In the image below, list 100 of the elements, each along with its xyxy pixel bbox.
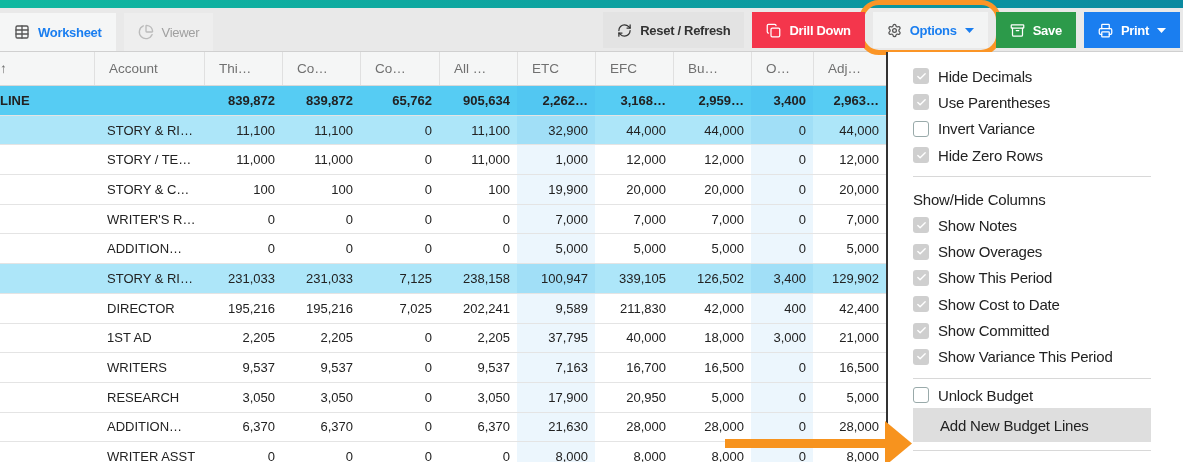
table-cell: 0: [502, 449, 510, 462]
checkbox[interactable]: [913, 322, 929, 339]
table-cell: ADDITION…: [107, 241, 183, 257]
menu-item[interactable]: Show Cost to Date: [913, 291, 1151, 318]
table-cell: 16,500: [839, 360, 879, 376]
column-header[interactable]: Adj…: [828, 61, 861, 76]
column-header[interactable]: Bu…: [688, 61, 718, 76]
table-cell: 1,000: [555, 152, 588, 168]
checkbox[interactable]: [913, 269, 929, 286]
table-cell: 3,168…: [620, 92, 666, 108]
menu-item-label: Show Cost to Date: [938, 295, 1060, 313]
table-cell: RESEARCH: [107, 389, 180, 405]
column-header[interactable]: Thi…: [219, 61, 252, 76]
menu-item[interactable]: Unlock Budget: [913, 381, 1151, 409]
checkbox[interactable]: [913, 147, 929, 164]
checkbox[interactable]: [913, 217, 929, 234]
menu-item[interactable]: Show Notes: [913, 212, 1151, 239]
table-cell: 202,241: [463, 300, 510, 316]
table-cell: 0: [345, 449, 353, 462]
table-cell: 5,000: [633, 241, 666, 257]
table-cell: 0: [424, 152, 432, 168]
menu-item-label: Show Variance This Period: [938, 348, 1113, 366]
checkbox[interactable]: [913, 68, 929, 85]
table-cell: 0: [424, 449, 432, 462]
menu-item[interactable]: Show This Period: [913, 264, 1151, 292]
checkbox[interactable]: [913, 296, 929, 313]
table-cell: 7,163: [555, 360, 588, 376]
table-cell: 7,000: [846, 211, 879, 227]
column-header[interactable]: Account: [109, 61, 158, 76]
table-cell: 20,000: [704, 181, 744, 197]
menu-item[interactable]: Hide Zero Rows: [913, 141, 1151, 169]
table-cell: 2,205: [477, 330, 510, 346]
table-cell: 3,050: [320, 389, 353, 405]
column-header[interactable]: Co…: [297, 61, 328, 76]
table-cell: 9,589: [555, 300, 588, 316]
table-cell: 195,216: [228, 300, 275, 316]
table-icon: [14, 24, 30, 40]
table-cell: 0: [502, 241, 510, 257]
table-cell: 28,000: [704, 419, 744, 435]
table-cell: 0: [798, 419, 806, 435]
table-cell: 28,000: [839, 419, 879, 435]
menu-item[interactable]: Add New Budget Lines: [913, 408, 1151, 443]
checkbox[interactable]: [913, 94, 929, 111]
table-cell: 42,400: [839, 300, 879, 316]
checkbox[interactable]: [913, 348, 929, 365]
menu-item[interactable]: Use Parentheses: [913, 89, 1151, 116]
menu-item-label: Hide Decimals: [938, 67, 1033, 85]
table-cell: 0: [798, 152, 806, 168]
table-cell: 0: [424, 360, 432, 376]
column-header[interactable]: ETC: [532, 61, 559, 76]
table-cell: 100: [331, 181, 353, 197]
table-cell: 231,033: [228, 270, 275, 286]
toolbar-button[interactable]: Options: [872, 12, 988, 48]
table-cell: 20,000: [626, 181, 666, 197]
table-cell: 0: [502, 211, 510, 227]
toolbar-button[interactable]: Drill Down: [752, 12, 865, 48]
table-cell: 6,370: [242, 419, 275, 435]
table-cell: STORY & RI…: [107, 270, 193, 286]
table-cell: 231,033: [306, 270, 353, 286]
checkbox[interactable]: [913, 243, 929, 260]
table-cell: 7,025: [399, 300, 432, 316]
table-cell: 905,634: [463, 92, 510, 108]
menu-item[interactable]: Show Variance This Period: [913, 343, 1151, 370]
squares-icon: [766, 22, 782, 38]
table-cell: 11,000: [236, 152, 275, 168]
table-cell: 0: [798, 449, 806, 462]
settings-icon: [886, 22, 902, 38]
tab[interactable]: Worksheet: [0, 13, 116, 51]
table-cell: 1ST AD: [107, 330, 152, 346]
column-header[interactable]: ↑: [0, 61, 7, 76]
toolbar-button[interactable]: Print: [1083, 12, 1180, 48]
menu-heading: Show/Hide Columns: [913, 189, 1047, 210]
toolbar-button[interactable]: Reset / Refresh: [603, 12, 745, 48]
column-header[interactable]: Co…: [375, 61, 406, 76]
table-cell: 2,205: [320, 330, 353, 346]
menu-item[interactable]: Invert Variance: [913, 115, 1151, 142]
toolbar-button[interactable]: Save: [995, 12, 1076, 48]
table-cell: 0: [798, 181, 806, 197]
checkbox[interactable]: [913, 387, 929, 404]
column-header[interactable]: EFC: [610, 61, 637, 76]
table-cell: STORY / TE…: [107, 152, 192, 168]
menu-item[interactable]: Show Overages: [913, 238, 1151, 265]
table-cell: 0: [267, 241, 275, 257]
checkbox[interactable]: [913, 120, 929, 137]
table-cell: 12,000: [704, 152, 744, 168]
menu-item[interactable]: Hide Decimals: [913, 63, 1151, 90]
table-cell: 44,000: [704, 122, 744, 138]
table-cell: 3,050: [477, 389, 510, 405]
table-cell: 5,000: [846, 241, 879, 257]
column-header[interactable]: O…: [766, 61, 790, 76]
table-cell: LINE: [0, 92, 30, 108]
table-cell: 0: [424, 419, 432, 435]
table-cell: 339,105: [619, 270, 666, 286]
table-cell: 0: [798, 211, 806, 227]
column-header[interactable]: All …: [454, 61, 487, 76]
table-cell: 2,963…: [833, 92, 879, 108]
menu-item[interactable]: Show Committed: [913, 317, 1151, 344]
table-cell: 0: [267, 211, 275, 227]
table-cell: 8,000: [711, 449, 744, 462]
table-cell: 16,500: [704, 360, 744, 376]
